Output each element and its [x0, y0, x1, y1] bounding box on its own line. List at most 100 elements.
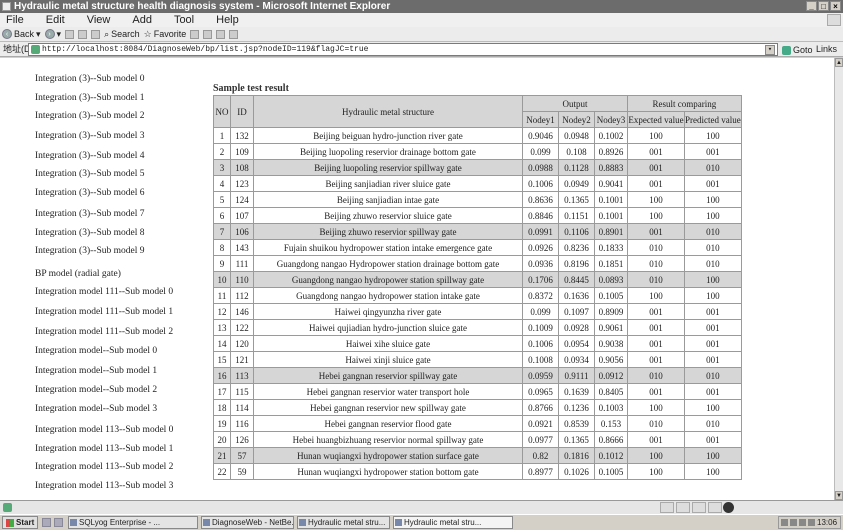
model-nav: Integration (3)--Sub model 0 Integration …	[0, 58, 210, 500]
expected-value: 001	[627, 159, 685, 176]
nodey1-value: 0.0959	[522, 367, 559, 384]
desktop-quicklaunch-icon[interactable]	[54, 518, 63, 527]
nav-link[interactable]: Integration model 113--Sub model 2	[35, 462, 173, 472]
nodey2-value: 0.1128	[558, 159, 595, 176]
nav-link[interactable]: Integration (3)--Sub model 5	[35, 169, 145, 179]
expected-value: 001	[627, 143, 685, 160]
row-number: 9	[213, 255, 231, 272]
nodey3-value: 0.1833	[594, 239, 628, 256]
close-button[interactable]: ×	[830, 1, 841, 11]
nav-link[interactable]: Integration model 113--Sub model 3	[35, 481, 173, 491]
back-button[interactable]: ‹ Back ▾	[2, 27, 41, 42]
tray-icon[interactable]	[799, 519, 806, 526]
expected-value: 100	[627, 207, 685, 224]
mail-button[interactable]	[203, 29, 213, 39]
nav-link[interactable]: Integration (3)--Sub model 7	[35, 209, 145, 219]
nodey2-value: 0.1026	[558, 463, 595, 480]
predicted-value: 001	[684, 383, 742, 400]
tray-icon[interactable]	[790, 519, 797, 526]
nav-link[interactable]: Integration model--Sub model 1	[35, 366, 157, 376]
vertical-scrollbar[interactable]: ▲ ▼	[834, 58, 843, 500]
predicted-value: 001	[684, 303, 742, 320]
nav-link[interactable]: Integration model 111--Sub model 2	[35, 327, 173, 337]
nav-link[interactable]: Integration model 111--Sub model 0	[35, 287, 173, 297]
favorites-button[interactable]: ☆ Favorite	[144, 27, 187, 42]
start-button[interactable]: Start	[2, 516, 39, 529]
nodey2-value: 0.8196	[558, 255, 595, 272]
menu-tool[interactable]: Tool	[174, 13, 194, 27]
forward-button[interactable]: › ▾	[44, 27, 61, 42]
structure-name: Hebei gangnan reservior spillway gate	[253, 367, 523, 384]
nav-link[interactable]: Integration model--Sub model 3	[35, 404, 157, 414]
table-row: 8 143 Fujain shuikou hydropower station in…	[213, 239, 742, 256]
nav-link[interactable]: BP model (radial gate)	[35, 269, 121, 279]
task-netbeans[interactable]: DiagnoseWeb - NetBe...	[201, 516, 294, 529]
table-row: 12 146 Haiwei qingyunzha river gate 0.099 0.…	[213, 303, 742, 320]
result-title: Sample test result	[213, 83, 289, 94]
nav-link[interactable]: Integration (3)--Sub model 4	[35, 151, 145, 161]
scroll-down-icon[interactable]: ▼	[835, 491, 843, 500]
nav-link[interactable]: Integration (3)--Sub model 2	[35, 111, 145, 121]
edit-button[interactable]	[229, 29, 239, 39]
minimize-button[interactable]: _	[806, 1, 817, 11]
menu-file[interactable]: File	[6, 13, 24, 27]
nodey2-value: 0.1365	[558, 431, 595, 448]
predicted-value: 001	[684, 143, 742, 160]
structure-name: Haiwei qingyunzha river gate	[253, 303, 523, 320]
nav-link[interactable]: Integration (3)--Sub model 1	[35, 93, 145, 103]
task-ie-2[interactable]: Hydraulic metal stru...	[393, 516, 513, 529]
nav-link[interactable]: Integration (3)--Sub model 6	[35, 188, 145, 198]
nav-link[interactable]: Integration (3)--Sub model 0	[35, 74, 145, 84]
task-sqlyog[interactable]: SQLyog Enterprise - ...	[68, 516, 198, 529]
row-id: 122	[230, 319, 254, 336]
table-row: 6 107 Beijing zhuwo reservior sluice gate 0…	[213, 207, 742, 224]
nav-link[interactable]: Integration model 113--Sub model 1	[35, 444, 173, 454]
expected-value: 100	[627, 399, 685, 416]
table-row: 9 111 Guangdong nangao Hydropower station …	[213, 255, 742, 272]
address-dropdown-icon[interactable]: ▾	[765, 45, 775, 55]
nodey1-value: 0.8846	[522, 207, 559, 224]
nav-link[interactable]: Integration (3)--Sub model 9	[35, 246, 145, 256]
predicted-value: 100	[684, 287, 742, 304]
structure-name: Hebei huangbizhuang reservior normal spi…	[253, 431, 523, 448]
history-button[interactable]	[190, 29, 200, 39]
nav-link[interactable]: Integration model 113--Sub model 0	[35, 425, 173, 435]
header-output: Output	[522, 95, 628, 112]
stop-button[interactable]	[65, 29, 75, 39]
row-id: 111	[230, 255, 254, 272]
ie-quicklaunch-icon[interactable]	[42, 518, 51, 527]
refresh-button[interactable]	[78, 29, 88, 39]
menu-add[interactable]: Add	[132, 13, 152, 27]
expected-value: 001	[627, 383, 685, 400]
nodey1-value: 0.8636	[522, 191, 559, 208]
nav-link[interactable]: Integration model--Sub model 0	[35, 346, 157, 356]
tray-icon[interactable]	[781, 519, 788, 526]
nav-link[interactable]: Integration model--Sub model 2	[35, 385, 157, 395]
go-button[interactable]: Goto	[782, 43, 813, 58]
row-number: 6	[213, 207, 231, 224]
address-input[interactable]: http://localhost:8084/DiagnoseWeb/bp/lis…	[28, 43, 778, 56]
task-ie-1[interactable]: Hydraulic metal stru...	[297, 516, 390, 529]
menu-help[interactable]: Help	[216, 13, 239, 27]
scroll-up-icon[interactable]: ▲	[835, 58, 843, 67]
expected-value: 100	[627, 191, 685, 208]
links-button[interactable]: Links	[816, 42, 837, 57]
row-number: 14	[213, 335, 231, 352]
nav-link[interactable]: Integration model 111--Sub model 1	[35, 307, 173, 317]
search-icon: ⌕	[104, 28, 110, 39]
window-title-bar[interactable]: Hydraulic metal structure health diagnos…	[0, 0, 843, 13]
nav-link[interactable]: Integration (3)--Sub model 8	[35, 228, 145, 238]
home-button[interactable]	[91, 29, 101, 39]
nav-link[interactable]: Integration (3)--Sub model 3	[35, 131, 145, 141]
volume-icon[interactable]	[808, 519, 815, 526]
address-url: http://localhost:8084/DiagnoseWeb/bp/lis…	[42, 45, 369, 54]
maximize-button[interactable]: □	[818, 1, 829, 11]
search-button[interactable]: ⌕ Search	[104, 27, 140, 42]
print-button[interactable]	[216, 29, 226, 39]
windows-logo-icon	[6, 518, 14, 527]
menu-view[interactable]: View	[87, 13, 111, 27]
page-icon	[31, 45, 40, 54]
menu-edit[interactable]: Edit	[46, 13, 65, 27]
expected-value: 001	[627, 319, 685, 336]
predicted-value: 100	[684, 447, 742, 464]
